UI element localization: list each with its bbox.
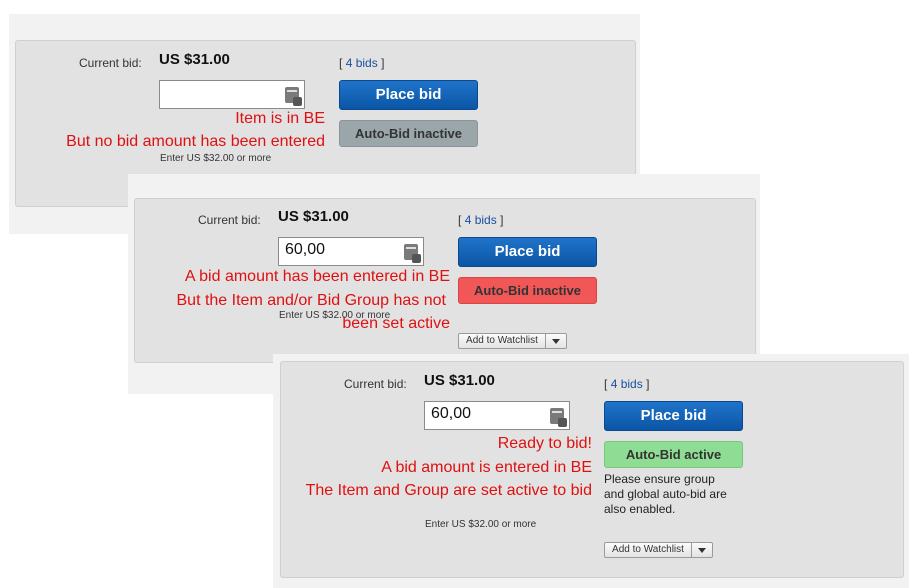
bid-box-3 bbox=[280, 361, 904, 578]
auto-bid-button[interactable]: Auto-Bid inactive bbox=[339, 120, 478, 147]
calculator-icon[interactable] bbox=[404, 244, 421, 263]
bids-count: [ 4 bids ] bbox=[604, 377, 649, 391]
bids-bracket-open: [ bbox=[339, 56, 343, 70]
calculator-icon[interactable] bbox=[285, 87, 302, 106]
auto-bid-button[interactable]: Auto-Bid inactive bbox=[458, 277, 597, 304]
bids-link[interactable]: 4 bids bbox=[346, 56, 378, 70]
watchlist-label[interactable]: Add to Watchlist bbox=[605, 543, 692, 557]
current-bid-price: US $31.00 bbox=[424, 372, 495, 389]
current-bid-label: Current bid: bbox=[198, 213, 261, 227]
bids-count: [ 4 bids ] bbox=[339, 56, 384, 70]
add-to-watchlist-button[interactable]: Add to Watchlist bbox=[604, 542, 713, 558]
min-bid-hint: Enter US $32.00 or more bbox=[160, 153, 272, 164]
bids-bracket-open: [ bbox=[458, 213, 462, 227]
auto-bid-note: Please ensure group and global auto-bid … bbox=[604, 472, 727, 517]
bid-amount-input[interactable]: 60,00 bbox=[424, 401, 570, 430]
calculator-icon[interactable] bbox=[550, 408, 567, 427]
current-bid-label: Current bid: bbox=[344, 377, 407, 391]
watchlist-label[interactable]: Add to Watchlist bbox=[459, 334, 546, 348]
bids-link[interactable]: 4 bids bbox=[611, 377, 643, 391]
place-bid-button[interactable]: Place bid bbox=[339, 80, 478, 110]
note-line: Please ensure group bbox=[604, 472, 715, 486]
place-bid-button[interactable]: Place bid bbox=[604, 401, 743, 431]
min-bid-hint: Enter US $32.00 or more bbox=[425, 519, 537, 530]
bids-bracket-open: [ bbox=[604, 377, 608, 391]
annotation-line: A bid amount is entered in BE bbox=[381, 459, 592, 476]
place-bid-button[interactable]: Place bid bbox=[458, 237, 597, 267]
bids-bracket-close: ] bbox=[500, 213, 504, 227]
annotation-line: The Item and Group are set active to bid bbox=[305, 482, 592, 499]
note-line: and global auto-bid are bbox=[604, 487, 727, 501]
annotation-line: But the Item and/or Bid Group has not bbox=[176, 292, 447, 309]
current-bid-price: US $31.00 bbox=[278, 208, 349, 225]
bids-bracket-close: ] bbox=[381, 56, 385, 70]
annotation-line: Item is in BE bbox=[235, 110, 325, 127]
bids-count: [ 4 bids ] bbox=[458, 213, 503, 227]
bids-link[interactable]: 4 bids bbox=[465, 213, 497, 227]
annotation-line: Ready to bid! bbox=[497, 435, 592, 452]
annotation-line: But no bid amount has been entered bbox=[66, 133, 325, 150]
annotation-line: been set active bbox=[342, 315, 450, 332]
current-bid-price: US $31.00 bbox=[159, 51, 230, 68]
bid-amount-input[interactable] bbox=[159, 80, 305, 109]
annotation-line: A bid amount has been entered in BE bbox=[184, 268, 450, 285]
chevron-down-icon[interactable] bbox=[692, 543, 712, 557]
chevron-down-icon[interactable] bbox=[546, 334, 566, 348]
auto-bid-button[interactable]: Auto-Bid active bbox=[604, 441, 743, 468]
bids-bracket-close: ] bbox=[646, 377, 650, 391]
bid-amount-input[interactable]: 60,00 bbox=[278, 237, 424, 266]
note-line: also enabled. bbox=[604, 502, 676, 516]
current-bid-label: Current bid: bbox=[79, 56, 142, 70]
add-to-watchlist-button[interactable]: Add to Watchlist bbox=[458, 333, 567, 349]
